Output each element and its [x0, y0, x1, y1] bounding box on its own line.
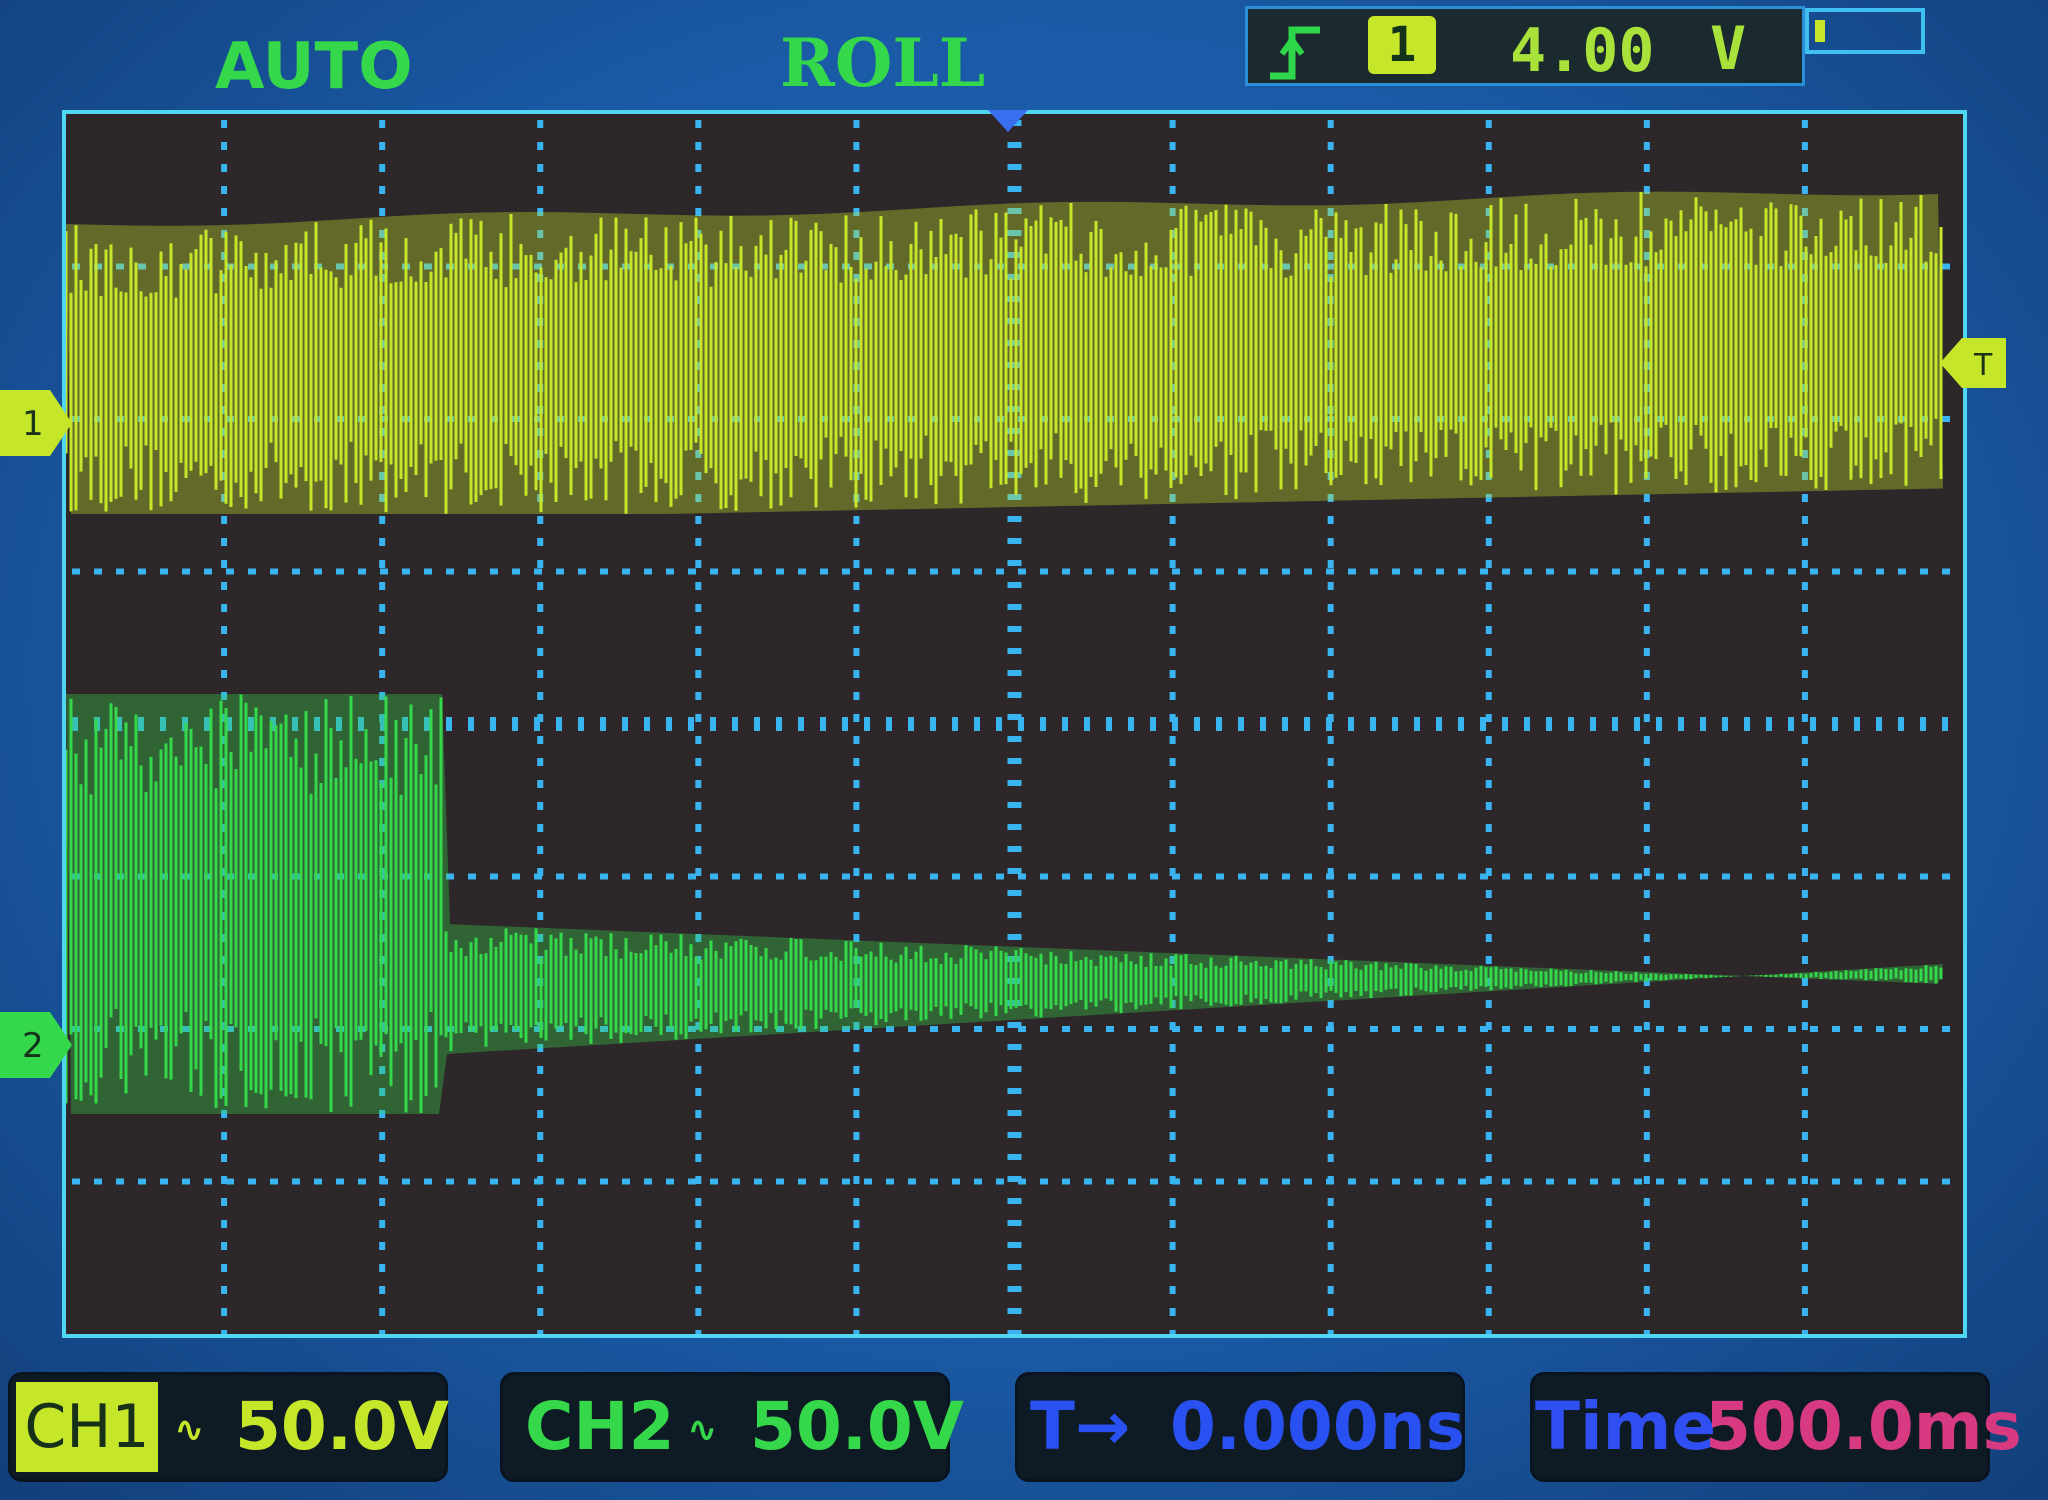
trigger-offset-value: 0.000ns	[1170, 1388, 1466, 1465]
trigger-offset-label: T→	[1030, 1388, 1131, 1465]
ch1-label: CH1	[16, 1382, 158, 1472]
timebase-value: 500.0ms	[1705, 1388, 2022, 1465]
ac-coupling-icon: ∿	[688, 1410, 717, 1450]
ch2-offset-marker[interactable]: 2	[0, 1012, 72, 1082]
timebase-label: Time	[1535, 1388, 1717, 1465]
channel-status-bar: CH1 ∿ 50.0V CH2 ∿ 50.0V T→ 0.000ns Time …	[0, 1360, 2048, 1500]
traces	[66, 191, 1943, 1114]
trigger-source: 1	[1368, 16, 1436, 74]
status-bar: AUTO ROLL 1 4.00 V	[0, 0, 2048, 110]
acquisition-mode[interactable]: ROLL	[780, 24, 985, 102]
ch1-trace	[66, 191, 1943, 514]
ch2-trace	[66, 694, 1943, 1114]
ch2-marker-label: 2	[22, 1026, 44, 1066]
ch1-offset-marker[interactable]: 1	[0, 390, 72, 460]
ch2-label: CH2	[525, 1388, 675, 1465]
memory-depth-bar	[1805, 8, 1925, 54]
trigger-marker-label: T	[1973, 348, 1993, 383]
trigger-position-marker[interactable]	[988, 110, 1028, 140]
ch1-volts-div: 50.0V	[235, 1388, 449, 1465]
memory-depth-fill	[1815, 20, 1825, 42]
trigger-mode[interactable]: AUTO	[215, 30, 413, 104]
trigger-level: 4.00	[1510, 16, 1655, 86]
trigger-level-marker[interactable]: T	[1940, 338, 2006, 392]
trigger-unit: V	[1710, 14, 1747, 84]
ch2-volts-div: 50.0V	[750, 1388, 964, 1465]
waveform-display	[62, 110, 1967, 1338]
rising-edge-icon	[1262, 18, 1332, 102]
ch2-trace-envelope	[66, 694, 1943, 1114]
ch1-marker-label: 1	[22, 404, 44, 444]
ac-coupling-icon: ∿	[175, 1410, 204, 1450]
